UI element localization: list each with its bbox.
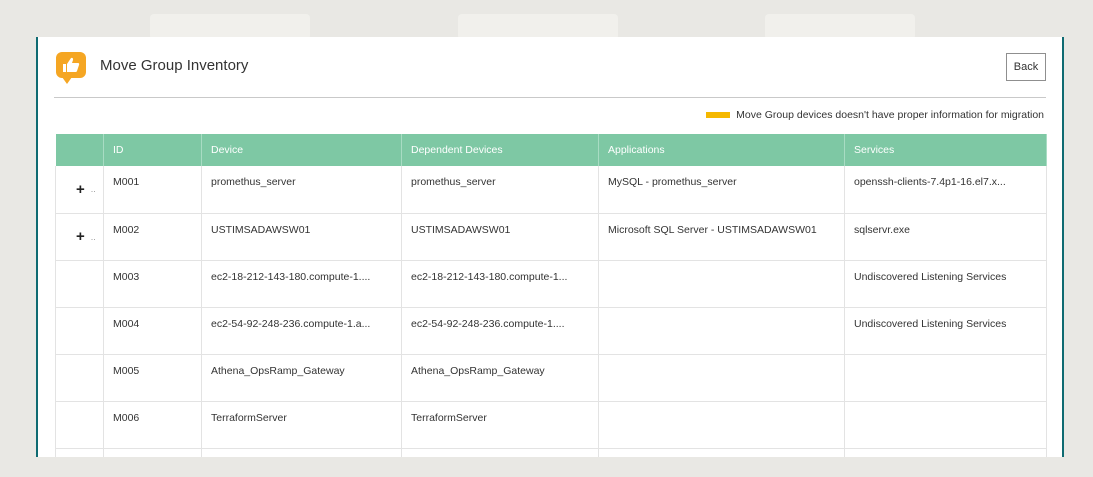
cell-dependent-devices: promethus_server [401,166,599,214]
cell-dependent-devices: USTIMSADAWSW01 [401,213,599,261]
cell-id: M001 [103,166,202,214]
cell-services [844,401,1047,449]
cell-device: ec2-54-92-248-236.compute-1.a... [201,307,402,355]
background-top [0,0,1093,40]
expand-cell[interactable]: +.. [55,166,104,214]
back-button[interactable]: Back [1006,53,1046,81]
cell-dependent-devices: TerraformServer [401,401,599,449]
header-divider [54,97,1046,98]
expand-cell[interactable]: +.. [55,213,104,261]
column-header-id[interactable]: ID [103,134,202,166]
thumbs-up-icon [56,52,86,84]
column-header-services[interactable]: Services [844,134,1047,166]
page-title: Move Group Inventory [100,57,249,74]
cell-id: M004 [103,307,202,355]
table-row[interactable]: +.. M001 promethus_server promethus_serv… [55,166,1047,214]
cell-services: sqlservr.exe [844,213,1047,261]
table-row[interactable]: +.. M002 USTIMSADAWSW01 USTIMSADAWSW01 M… [55,213,1047,261]
cell-device: TerraformServer [201,401,402,449]
expand-row-button[interactable]: +.. [57,228,96,245]
column-header-device[interactable]: Device [201,134,402,166]
table-row[interactable]: M005 Athena_OpsRamp_Gateway Athena_OpsRa… [55,354,1047,402]
cell-services [844,354,1047,402]
cell-device [201,448,402,457]
cell-dependent-devices: ec2-54-92-248-236.compute-1.... [401,307,599,355]
cell-device: ec2-18-212-143-180.compute-1.... [201,260,402,308]
cell-applications [598,448,845,457]
column-header-applications[interactable]: Applications [598,134,845,166]
legend-swatch [706,112,731,118]
cell-device: Athena_OpsRamp_Gateway [201,354,402,402]
table-row[interactable]: M003 ec2-18-212-143-180.compute-1.... ec… [55,260,1047,308]
cell-applications [598,260,845,308]
table-row[interactable]: M004 ec2-54-92-248-236.compute-1.a... ec… [55,307,1047,355]
table-row [55,448,1047,457]
cell-dependent-devices: ec2-18-212-143-180.compute-1... [401,260,599,308]
cell-id: M005 [103,354,202,402]
legend-text: Move Group devices doesn't have proper i… [736,109,1044,121]
inventory-table: ID Device Dependent Devices Applications… [55,134,1047,457]
move-group-panel: Move Group Inventory Back Move Group dev… [36,37,1064,457]
panel-header: Move Group Inventory Back [38,37,1062,99]
cell-applications [598,307,845,355]
cell-applications: Microsoft SQL Server - USTIMSADAWSW01 [598,213,845,261]
cell-dependent-devices: Athena_OpsRamp_Gateway [401,354,599,402]
cell-services [844,448,1047,457]
legend: Move Group devices doesn't have proper i… [706,109,1044,121]
cell-services: openssh-clients-7.4p1-16.el7.x... [844,166,1047,214]
cell-id: M003 [103,260,202,308]
cell-device: USTIMSADAWSW01 [201,213,402,261]
cell-id: M006 [103,401,202,449]
cell-id [103,448,202,457]
cell-dependent-devices [401,448,599,457]
plus-icon: + [76,180,85,198]
expand-cell [55,448,104,457]
cell-applications [598,354,845,402]
table-header-row: ID Device Dependent Devices Applications… [55,134,1047,166]
column-header-expand [55,134,104,166]
expand-cell [55,260,104,308]
cell-services: Undiscovered Listening Services [844,260,1047,308]
table-row[interactable]: M006 TerraformServer TerraformServer [55,401,1047,449]
plus-icon: + [76,228,85,245]
column-header-dependent-devices[interactable]: Dependent Devices [401,134,599,166]
expand-row-button[interactable]: +.. [57,180,96,198]
cell-applications [598,401,845,449]
expand-cell [55,307,104,355]
cell-services: Undiscovered Listening Services [844,307,1047,355]
expand-cell [55,354,104,402]
cell-applications: MySQL - promethus_server [598,166,845,214]
expand-cell [55,401,104,449]
cell-id: M002 [103,213,202,261]
cell-device: promethus_server [201,166,402,214]
